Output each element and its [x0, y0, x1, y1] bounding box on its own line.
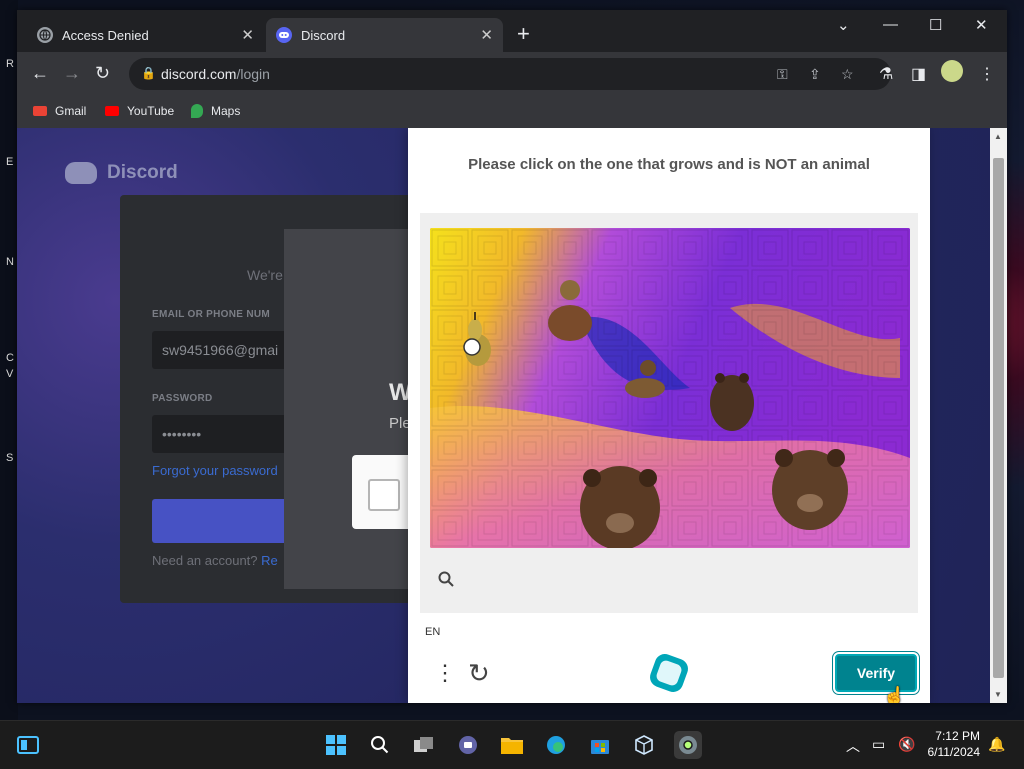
back-arrow-icon[interactable]: ← [31, 64, 49, 82]
browser-window: Access Denied ✕ Discord ✕ + ⌄ — ☐ ✕ ← → … [17, 10, 1007, 703]
need-account-text: Need an account? Re [152, 553, 278, 568]
bookmark-star-icon[interactable]: ☆ [841, 66, 854, 83]
forward-arrow-icon[interactable]: → [63, 64, 81, 82]
lock-icon[interactable]: 🔒 [141, 66, 156, 80]
bookmark-label: YouTube [127, 104, 175, 118]
page-scrollbar[interactable]: ▲ ▼ [990, 128, 1007, 703]
minimize-button[interactable]: — [883, 16, 898, 33]
maximize-button[interactable]: ☐ [929, 16, 942, 34]
zoom-magnifier-icon[interactable] [438, 571, 454, 592]
3d-box-app-icon[interactable] [630, 731, 658, 759]
bookmark-label: Gmail [55, 104, 87, 118]
discord-logo: Discord [65, 162, 178, 184]
hand-cursor-icon: ☝ [883, 686, 906, 703]
desktop-icon-label[interactable]: C [6, 352, 14, 364]
tab-strip: Access Denied ✕ Discord ✕ + ⌄ — ☐ ✕ [17, 10, 1007, 52]
bookmark-label: Maps [211, 104, 241, 118]
tab-title: Access Denied [62, 27, 149, 43]
verification-modal: W Ple [284, 229, 432, 589]
desktop-icon-label[interactable]: N [6, 256, 14, 268]
desktop-icon-label[interactable]: V [6, 368, 13, 380]
extensions-flask-icon[interactable]: ⚗ [879, 64, 893, 84]
more-menu-icon[interactable]: ⋮ [979, 64, 995, 84]
desktop-icon-label[interactable]: R [6, 58, 14, 70]
new-tab-button[interactable]: + [517, 23, 530, 45]
url-path: /login [236, 66, 270, 82]
edge-browser-icon[interactable] [542, 731, 570, 759]
bookmarks-bar: Gmail YouTube Maps [17, 96, 1007, 129]
clock-time: 7:12 PM [935, 729, 980, 743]
scroll-up-arrow-icon[interactable]: ▲ [994, 132, 1002, 141]
start-windows-icon[interactable] [322, 731, 350, 759]
human-checkbox[interactable] [368, 479, 400, 511]
language-selector[interactable]: EN [425, 626, 440, 638]
volume-icon[interactable]: 🔇 [898, 736, 915, 753]
refresh-icon[interactable]: ↻ [468, 658, 490, 689]
close-window-button[interactable]: ✕ [975, 16, 988, 34]
profile-avatar-icon[interactable] [941, 60, 963, 82]
challenge-image[interactable] [430, 228, 910, 548]
teams-chat-icon[interactable] [454, 731, 482, 759]
task-view-widget-icon[interactable] [14, 731, 42, 759]
tab-discord[interactable]: Discord ✕ [266, 18, 503, 52]
browser-toolbar: ← → ↻ 🔒 discord.com/login ⚿ ⇪ ☆ ⚗ ◨ ⋮ [17, 52, 1007, 96]
need-account-label: Need an account? [152, 553, 258, 568]
bear-object[interactable] [580, 466, 660, 548]
network-icon[interactable]: ▭ [872, 736, 885, 753]
bookmark-gmail[interactable]: Gmail [33, 104, 86, 118]
discord-logo-icon [65, 162, 97, 184]
taskbar: ︿ ▭ 🔇 7:12 PM 6/11/2024 🔔 [0, 720, 1024, 769]
url-text[interactable]: discord.com/login [161, 66, 270, 82]
address-bar[interactable]: 🔒 discord.com/login ⚿ ⇪ ☆ [129, 58, 891, 90]
youtube-icon [105, 106, 119, 116]
clock-date: 6/11/2024 [927, 745, 981, 759]
globe-icon [37, 27, 53, 43]
bookmark-maps[interactable]: Maps [191, 104, 240, 118]
email-label: EMAIL OR PHONE NUM [152, 309, 270, 320]
desktop-icon-label[interactable]: E [6, 156, 13, 168]
bear-object[interactable] [772, 449, 848, 530]
file-explorer-icon[interactable] [498, 731, 526, 759]
discord-icon [276, 27, 292, 43]
show-hidden-icons-chevron-icon[interactable]: ︿ [846, 736, 860, 756]
bookmark-youtube[interactable]: YouTube [105, 104, 174, 118]
forgot-password-link[interactable]: Forgot your password [152, 463, 278, 478]
side-panel-icon[interactable]: ◨ [911, 64, 926, 84]
search-icon[interactable] [366, 731, 394, 759]
kebab-menu-icon[interactable]: ⋮ [434, 662, 456, 684]
password-label: PASSWORD [152, 393, 213, 404]
share-icon[interactable]: ⇪ [809, 66, 821, 83]
tab-search-chevron-icon[interactable]: ⌄ [837, 16, 850, 34]
close-tab-icon[interactable]: ✕ [480, 26, 493, 44]
maps-icon [191, 104, 203, 118]
challenge-prompt: Please click on the one that grows and i… [468, 156, 870, 173]
discord-brand-text: Discord [107, 162, 178, 183]
desktop-icon-label[interactable]: S [6, 452, 13, 464]
register-link[interactable]: Re [261, 553, 278, 568]
hcaptcha-challenge-panel: Please click on the one that grows and i… [408, 128, 930, 703]
system-clock[interactable]: 7:12 PM 6/11/2024 [928, 728, 981, 760]
url-host: discord.com [161, 66, 237, 82]
reload-icon[interactable]: ↻ [95, 64, 110, 82]
tab-title: Discord [301, 27, 346, 43]
tab-access-denied[interactable]: Access Denied ✕ [27, 18, 264, 52]
scroll-down-arrow-icon[interactable]: ▼ [994, 690, 1002, 699]
task-view-icon[interactable] [410, 731, 438, 759]
page-viewport: Discord We're EMAIL OR PHONE NUM sw94519… [17, 128, 1007, 703]
microsoft-store-icon[interactable] [586, 731, 614, 759]
chrome-browser-icon[interactable] [674, 731, 702, 759]
scrollbar-thumb[interactable] [993, 158, 1004, 678]
gmail-icon [33, 106, 47, 116]
notification-bell-icon[interactable]: 🔔 [988, 736, 1005, 753]
login-welcome-text: We're [247, 267, 283, 283]
key-icon[interactable]: ⚿ [777, 66, 788, 83]
challenge-area [420, 213, 918, 613]
desktop-icon-column: R E N C V S [0, 0, 18, 720]
close-tab-icon[interactable]: ✕ [241, 26, 254, 44]
